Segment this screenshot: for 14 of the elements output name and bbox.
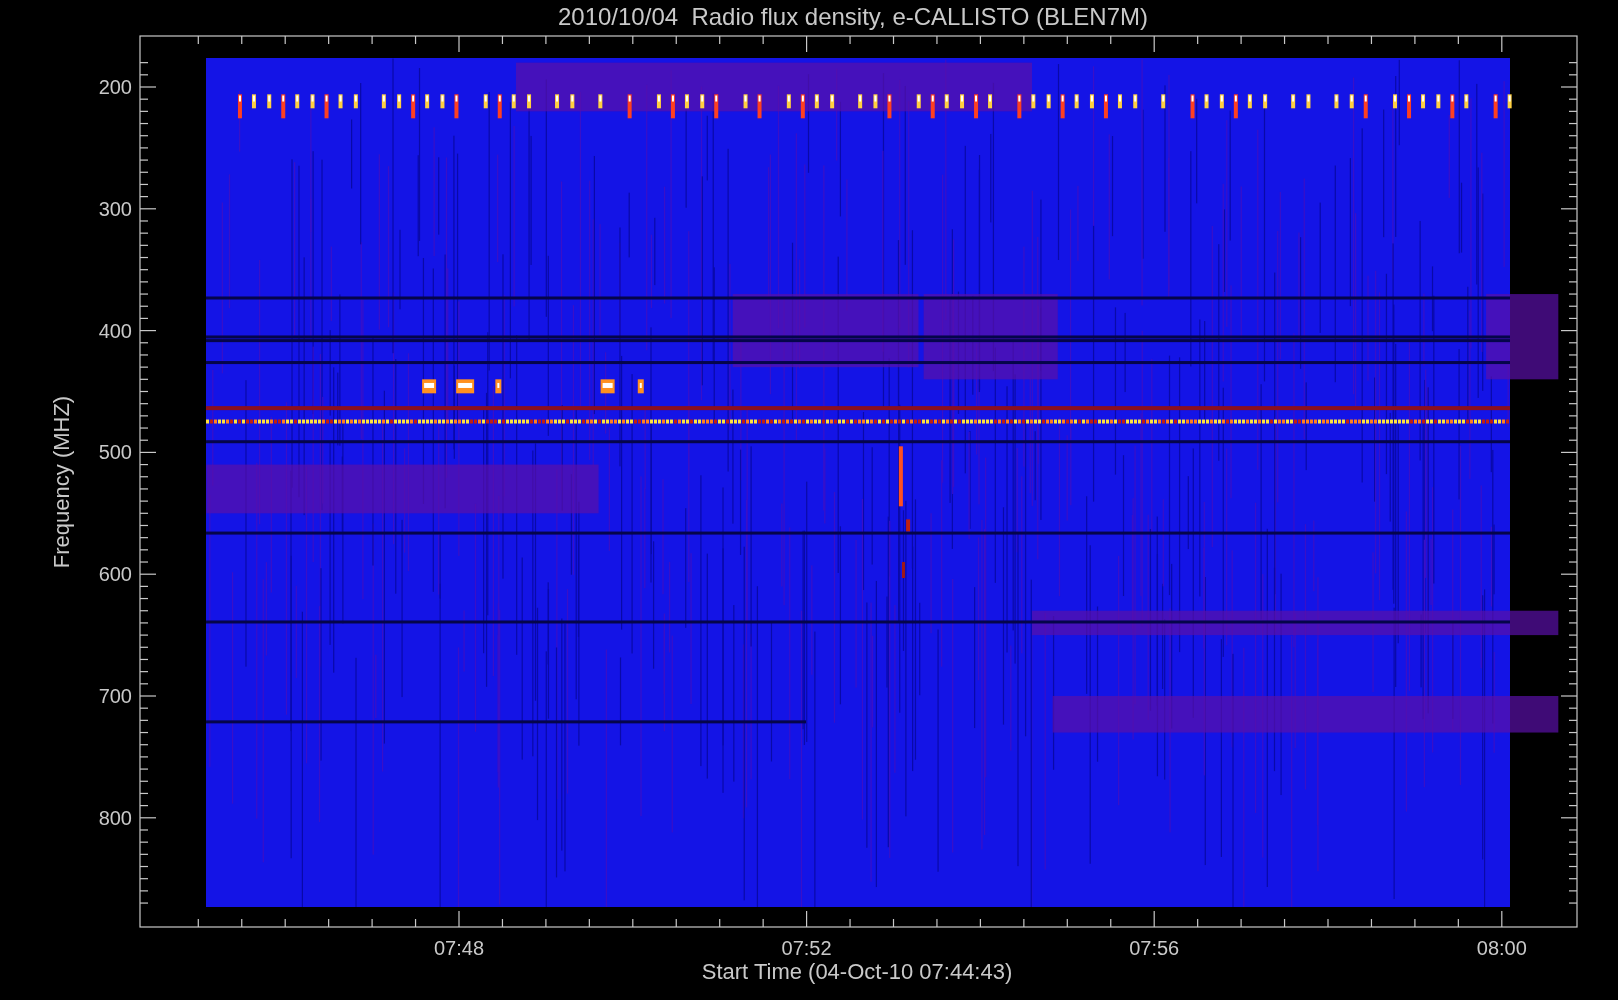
y-tick-label: 400	[98, 319, 132, 342]
x-axis-label: Start Time (04-Oct-10 07:44:43)	[701, 959, 1013, 984]
y-tick-label: 600	[98, 563, 132, 586]
x-tick-label: 08:00	[1476, 937, 1527, 959]
y-tick-label: 200	[98, 76, 132, 98]
x-tick-label: 07:56	[1129, 937, 1180, 959]
x-tick-label: 07:48	[433, 937, 485, 959]
x-tick-label: 07:52	[781, 937, 832, 959]
y-tick-label: 700	[98, 685, 132, 707]
y-tick-label: 800	[98, 806, 132, 829]
y-tick-label: 300	[98, 197, 132, 220]
y-tick-label: 500	[98, 441, 132, 464]
y-axis-label: Frequency (MHZ)	[49, 395, 74, 569]
plot-title: 2010/10/04 Radio flux density, e-CALLISTO (BLEN7M)	[557, 3, 1149, 30]
